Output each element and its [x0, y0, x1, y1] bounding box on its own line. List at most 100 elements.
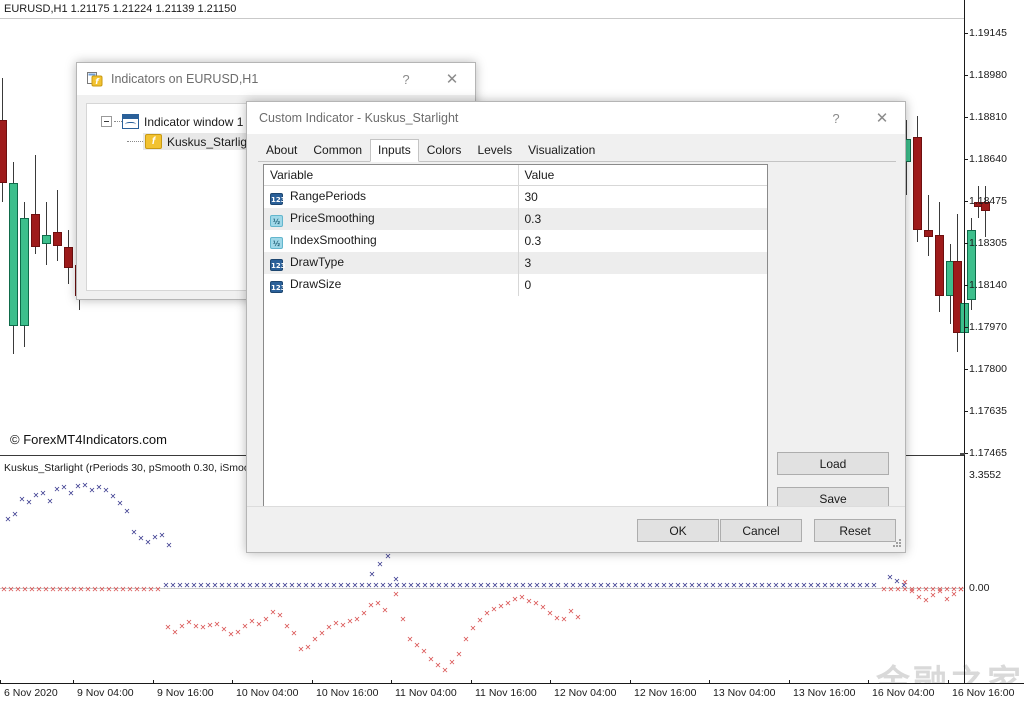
variable-label: DrawType [290, 255, 344, 269]
integer-type-icon: 123 [270, 281, 283, 293]
candle-body [20, 218, 29, 325]
grid-cell-value[interactable]: 0.3 [518, 208, 767, 230]
indicators-window-title: Indicators on EURUSD,H1 [111, 72, 258, 86]
time-tick-label: 13 Nov 16:00 [793, 687, 855, 699]
indicator-red-marker: ✕ [392, 591, 400, 599]
indicators-window-buttons: ? ✕ [383, 63, 475, 95]
ok-button[interactable]: OK [637, 519, 719, 542]
inputs-grid-pane[interactable]: Variable Value 123RangePeriods30½PriceSm… [263, 164, 768, 507]
custom-indicator-titlebar[interactable]: Custom Indicator - Kuskus_Starlight ? ✕ [247, 102, 905, 134]
custom-indicator-help-button[interactable]: ? [813, 102, 859, 134]
indicator-red-marker: ✕ [290, 630, 298, 638]
time-tick-mark [0, 680, 1, 684]
candle-body [0, 120, 7, 183]
grid-cell-variable[interactable]: 123DrawType [264, 252, 518, 274]
time-tick-mark [153, 680, 154, 684]
time-tick-mark [789, 680, 790, 684]
grid-header-value: Value [518, 165, 767, 186]
grid-cell-variable[interactable]: ½IndexSmoothing [264, 230, 518, 252]
indicator-blue-marker: ✕ [554, 582, 562, 590]
grid-cell-value[interactable]: 0 [518, 274, 767, 296]
tab-about[interactable]: About [258, 139, 305, 162]
time-tick-mark [868, 680, 869, 684]
resize-grip[interactable] [892, 539, 902, 549]
time-tick-label: 16 Nov 16:00 [952, 687, 1014, 699]
custom-indicator-title: Custom Indicator - Kuskus_Starlight [257, 111, 458, 125]
indicator-blue-marker: ✕ [67, 490, 75, 498]
indicator-red-marker: ✕ [476, 617, 484, 625]
time-axis[interactable]: 6 Nov 20209 Nov 04:009 Nov 16:0010 Nov 0… [0, 683, 1024, 705]
tab-colors[interactable]: Colors [419, 139, 470, 162]
price-axis[interactable]: 1.191451.189801.188101.186401.184751.183… [964, 0, 1024, 683]
time-tick-label: 11 Nov 16:00 [475, 687, 537, 699]
grid-cell-value[interactable]: 0.3 [518, 230, 767, 252]
time-tick-mark [232, 680, 233, 684]
time-tick-mark [948, 680, 949, 684]
inputs-grid[interactable]: Variable Value 123RangePeriods30½PriceSm… [264, 165, 767, 296]
indicator-blue-marker: ✕ [900, 582, 908, 590]
time-tick-label: 10 Nov 04:00 [236, 687, 298, 699]
custom-indicator-close-button[interactable]: ✕ [859, 102, 905, 134]
price-tick-label: 1.18140 [969, 279, 1007, 291]
indicator-red-marker: ✕ [154, 586, 162, 594]
indicator-blue-marker: ✕ [116, 500, 124, 508]
time-tick-label: 12 Nov 16:00 [634, 687, 696, 699]
grid-cell-variable[interactable]: ½ PriceSmoothing [264, 208, 518, 230]
time-tick-mark [630, 680, 631, 684]
time-tick-label: 12 Nov 04:00 [554, 687, 616, 699]
price-axis-subwindow-divider [960, 453, 965, 455]
grid-cell-value[interactable]: 3 [518, 252, 767, 274]
price-tick-label: 1.18980 [969, 69, 1007, 81]
grid-row[interactable]: 123DrawType3 [264, 252, 767, 274]
price-tick-label: 1.17970 [969, 321, 1007, 333]
variable-label: PriceSmoothing [290, 211, 375, 225]
indicator-red-marker: ✕ [455, 651, 463, 659]
tab-visualization[interactable]: Visualization [520, 139, 603, 162]
indicator-blue-marker: ✕ [376, 561, 384, 569]
custom-indicator-dialog[interactable]: Custom Indicator - Kuskus_Starlight ? ✕ … [246, 101, 906, 553]
tab-common[interactable]: Common [305, 139, 370, 162]
collapse-icon[interactable] [101, 116, 112, 127]
indicator-red-marker: ✕ [276, 612, 284, 620]
candle-body [53, 232, 62, 246]
indicator-blue-marker: ✕ [39, 490, 47, 498]
candle-wick [928, 195, 929, 256]
grid-cell-value[interactable]: 30 [518, 186, 767, 209]
tab-inputs[interactable]: Inputs [370, 139, 419, 162]
indicator-blue-marker: ✕ [368, 571, 376, 579]
grid-cell-variable[interactable]: 123RangePeriods [264, 186, 518, 209]
load-button[interactable]: Load [777, 452, 889, 475]
grid-row[interactable]: 123RangePeriods30 [264, 186, 767, 209]
candle-body [9, 183, 18, 325]
double-type-icon: ½ [270, 215, 283, 227]
indicators-help-button[interactable]: ? [383, 63, 429, 95]
time-tick-label: 11 Nov 04:00 [395, 687, 457, 699]
dialog-tabs[interactable]: AboutCommonInputsColorsLevelsVisualizati… [258, 140, 896, 162]
indicator-red-marker: ✕ [560, 616, 568, 624]
grid-row[interactable]: 123DrawSize0 [264, 274, 767, 296]
candle-body [64, 247, 73, 268]
tree-connector-icon [114, 121, 122, 122]
grid-cell-variable[interactable]: 123DrawSize [264, 274, 518, 296]
screen-root: EURUSD,H1 1.21175 1.21224 1.21139 1.2115… [0, 0, 1024, 705]
indicator-red-marker: ✕ [420, 648, 428, 656]
indicator-blue-marker: ✕ [165, 542, 173, 550]
chart-top-rule [0, 18, 964, 19]
cancel-button[interactable]: Cancel [720, 519, 802, 542]
tab-levels[interactable]: Levels [469, 139, 520, 162]
indicator-red-marker: ✕ [462, 636, 470, 644]
candle-body [924, 230, 933, 237]
dialog-footer: OKCancel Reset [247, 506, 905, 552]
grid-row[interactable]: ½ PriceSmoothing 0.3 [264, 208, 767, 230]
indicators-close-button[interactable]: ✕ [429, 63, 475, 95]
function-icon: f [145, 134, 162, 149]
price-tick-label: 1.19145 [969, 27, 1007, 39]
candle-body [31, 214, 40, 247]
indicators-window-titlebar[interactable]: f Indicators on EURUSD,H1 ? ✕ [77, 63, 475, 95]
reset-button[interactable]: Reset [814, 519, 896, 542]
integer-type-icon: 123 [270, 193, 283, 205]
time-tick-label: 16 Nov 04:00 [872, 687, 934, 699]
indicator-red-marker: ✕ [469, 625, 477, 633]
indicator-red-marker: ✕ [304, 644, 312, 652]
grid-row[interactable]: ½IndexSmoothing0.3 [264, 230, 767, 252]
